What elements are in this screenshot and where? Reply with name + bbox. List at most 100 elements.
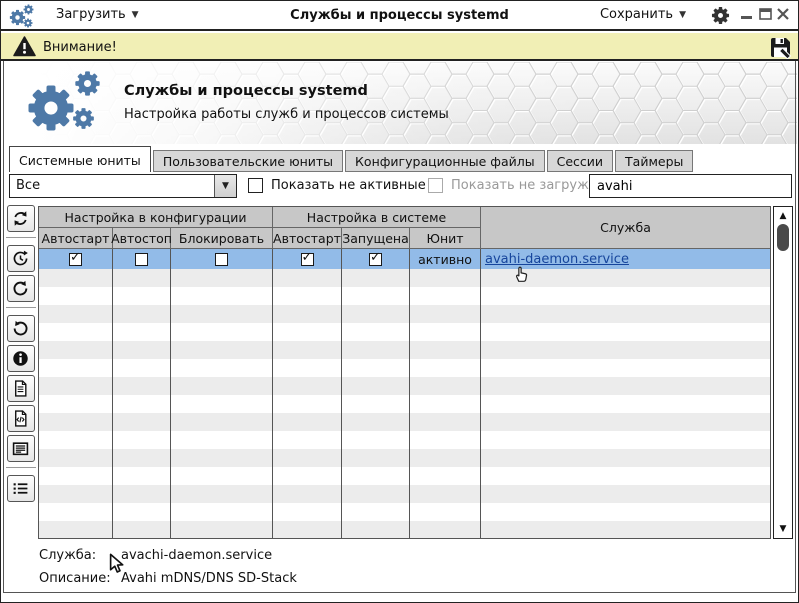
table-cell <box>171 521 273 538</box>
column-header-running: Запущена <box>342 228 410 249</box>
show-inactive-checkbox[interactable] <box>248 178 263 193</box>
scroll-down-arrow[interactable]: ▼ <box>774 522 792 536</box>
show-unloaded-checkbox[interactable] <box>428 178 443 193</box>
table-cell <box>273 467 342 485</box>
file-icon <box>15 380 27 397</box>
table-cell <box>113 431 171 449</box>
table-empty-row[interactable] <box>39 431 770 449</box>
table-empty-row[interactable] <box>39 341 770 359</box>
table-cell <box>113 269 171 287</box>
table-cell <box>39 359 113 377</box>
column-header-autostop: Автостоп <box>111 228 172 249</box>
running-checkbox[interactable] <box>369 250 382 266</box>
table-cell <box>273 449 342 467</box>
tab-config-files[interactable]: Конфигурационные файлы <box>345 150 545 172</box>
table-empty-row[interactable] <box>39 485 770 503</box>
scroll-up-arrow[interactable]: ▲ <box>774 209 792 223</box>
table-cell <box>481 305 770 323</box>
list-units-button[interactable] <box>6 475 35 502</box>
edit-unit-button[interactable] <box>6 405 35 432</box>
table-empty-row[interactable] <box>39 287 770 305</box>
tab-user-units[interactable]: Пользовательские юниты <box>152 150 344 172</box>
table-cell <box>481 503 770 521</box>
tab-sessions[interactable]: Сессии <box>546 150 614 172</box>
table-cell <box>113 467 171 485</box>
settings-gear-icon[interactable] <box>711 6 730 25</box>
table-cell <box>273 503 342 521</box>
redo-button[interactable] <box>6 275 35 302</box>
minimize-button[interactable] <box>740 7 754 21</box>
block-checkbox[interactable] <box>215 252 228 266</box>
chevron-down-icon: ▼ <box>222 181 229 191</box>
table-cell <box>410 449 481 467</box>
vertical-scrollbar[interactable]: ▲ ▼ <box>773 206 793 539</box>
table-empty-row[interactable] <box>39 305 770 323</box>
table-cell <box>39 341 113 359</box>
table-cell <box>342 269 410 287</box>
tab-timers[interactable]: Таймеры <box>615 150 694 172</box>
table-empty-row[interactable] <box>39 395 770 413</box>
show-inactive-label: Показать не активные <box>271 178 426 193</box>
maximize-button[interactable] <box>758 7 772 21</box>
tab-system-units[interactable]: Системные юниты <box>9 146 151 172</box>
table-cell <box>410 521 481 538</box>
service-detail-label: Служба: <box>39 548 97 563</box>
journal-button[interactable] <box>6 435 35 462</box>
table-cell <box>410 305 481 323</box>
autostop-checkbox[interactable] <box>135 252 148 266</box>
table-cell <box>273 305 342 323</box>
undo-button[interactable] <box>6 315 35 342</box>
table-cell <box>481 323 770 341</box>
history-button[interactable] <box>6 245 35 272</box>
table-cell <box>410 359 481 377</box>
table-empty-row[interactable] <box>39 521 770 538</box>
table-cell <box>113 323 171 341</box>
warning-icon <box>13 36 36 57</box>
table-cell <box>410 287 481 305</box>
scrollbar-thumb[interactable] <box>777 224 789 251</box>
save-menu-button[interactable]: Сохранить ▼ <box>600 7 686 22</box>
column-header-block: Блокировать <box>171 228 273 249</box>
table-cell <box>171 413 273 431</box>
search-input[interactable] <box>589 174 792 198</box>
table-cell <box>273 323 342 341</box>
table-empty-row[interactable] <box>39 377 770 395</box>
autostart-config-checkbox[interactable] <box>69 250 82 266</box>
autostart-system-checkbox[interactable] <box>300 250 314 266</box>
table-empty-row[interactable] <box>39 269 770 287</box>
table-cell <box>481 269 770 287</box>
table-empty-row[interactable] <box>39 503 770 521</box>
table-empty-row[interactable] <box>39 323 770 341</box>
dropdown-arrow-button[interactable]: ▼ <box>214 175 236 197</box>
table-cell <box>171 377 273 395</box>
table-cell <box>113 287 171 305</box>
table-empty-row[interactable] <box>39 413 770 431</box>
table-cell <box>410 269 481 287</box>
service-link[interactable]: avahi-daemon.service <box>485 252 629 267</box>
info-button[interactable] <box>6 345 35 372</box>
toolbar-separator <box>5 467 36 470</box>
table-cell <box>342 503 410 521</box>
table-cell <box>39 305 113 323</box>
refresh-button[interactable] <box>6 205 35 232</box>
table-row-avahi[interactable]: активно avahi-daemon.service <box>39 249 770 269</box>
banner-fade <box>4 62 797 144</box>
table-empty-row[interactable] <box>39 359 770 377</box>
table-cell <box>342 449 410 467</box>
table-cell <box>481 341 770 359</box>
unit-filter-dropdown[interactable]: Все ▼ <box>9 174 237 198</box>
table-cell <box>39 269 113 287</box>
table-cell <box>171 467 273 485</box>
table-cell <box>481 467 770 485</box>
table-cell <box>39 467 113 485</box>
table-empty-row[interactable] <box>39 449 770 467</box>
table-empty-row[interactable] <box>39 467 770 485</box>
close-button[interactable] <box>776 7 790 21</box>
table-header: Настройка в конфигурации Настройка в сис… <box>39 207 770 249</box>
warning-bar: Внимание! <box>1 33 798 61</box>
table-cell <box>481 431 770 449</box>
undo-icon <box>13 320 28 336</box>
table-cell <box>171 269 273 287</box>
unit-file-button[interactable] <box>6 375 35 402</box>
save-file-icon[interactable] <box>769 36 792 59</box>
